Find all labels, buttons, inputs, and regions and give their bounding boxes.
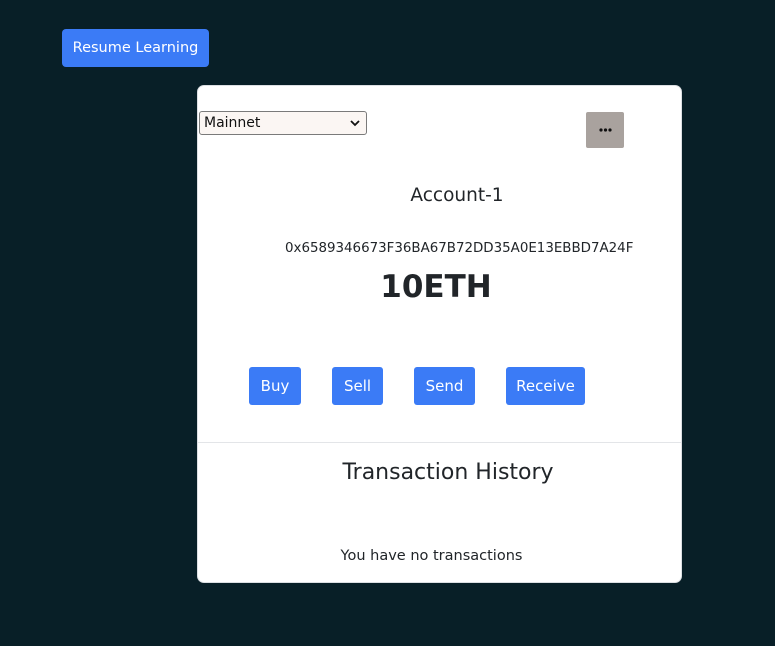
account-name: Account-1	[410, 185, 504, 206]
sell-button[interactable]: Sell	[332, 367, 383, 405]
more-options-button[interactable]	[586, 112, 624, 148]
account-address: 0x6589346673F36BA67B72DD35A0E13EBBD7A24F	[285, 241, 634, 256]
network-select[interactable]: Mainnet	[199, 111, 367, 135]
resume-learning-button[interactable]: Resume Learning	[62, 29, 209, 67]
network-select-value: Mainnet	[204, 115, 261, 131]
transaction-history-title: Transaction History	[342, 460, 554, 485]
buy-button[interactable]: Buy	[249, 367, 301, 405]
more-horizontal-icon	[599, 128, 612, 132]
receive-button[interactable]: Receive	[506, 367, 585, 405]
section-divider	[198, 442, 681, 443]
no-transactions-message: You have no transactions	[340, 548, 523, 564]
chevron-down-icon	[350, 120, 360, 127]
account-balance: 10ETH	[380, 269, 492, 305]
send-button[interactable]: Send	[414, 367, 475, 405]
wallet-card: Mainnet Account-1 0x6589346673F36BA67B72…	[197, 85, 682, 583]
